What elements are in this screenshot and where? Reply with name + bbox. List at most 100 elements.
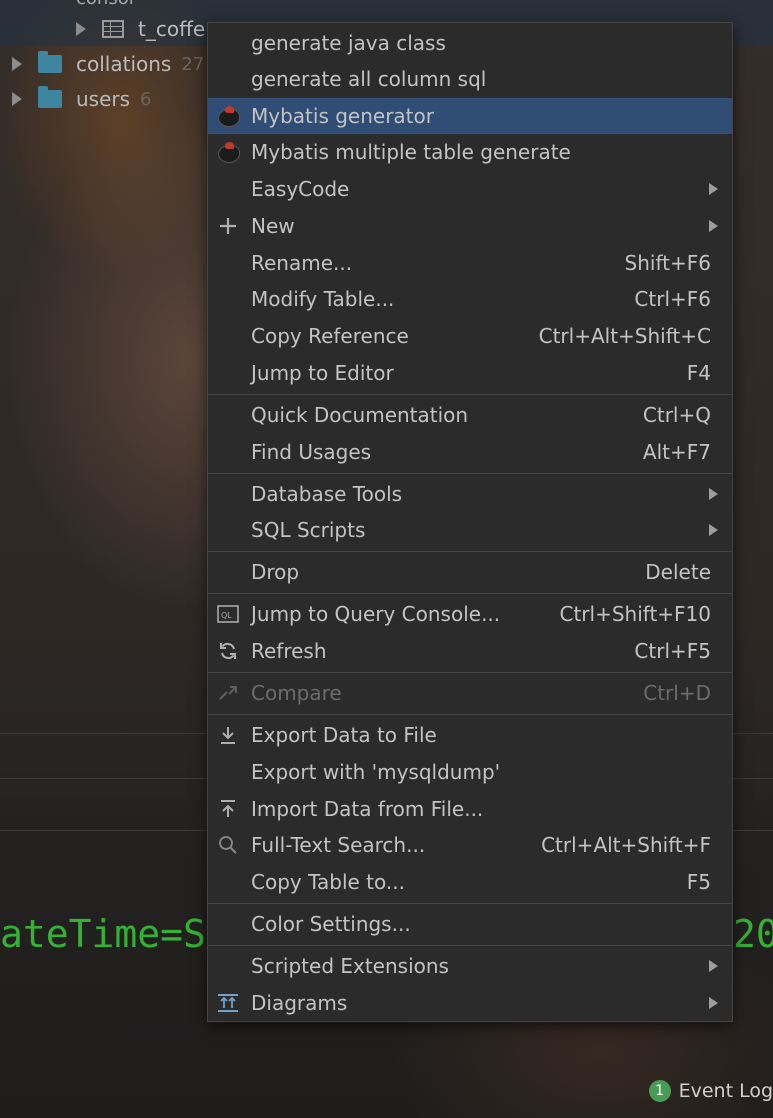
tree-row-label: collations — [76, 52, 172, 76]
menu-item-shortcut: Ctrl+F6 — [634, 287, 711, 311]
menu-item-label: Quick Documentation — [251, 403, 469, 427]
diagram-icon — [216, 991, 240, 1015]
tree-row-count: 27 — [181, 53, 205, 75]
expand-arrow-icon[interactable] — [12, 57, 22, 71]
console-output-left: ateTime=Sa — [0, 912, 229, 956]
menu-item-export-mysqldump[interactable]: Export with 'mysqldump' — [208, 754, 732, 790]
menu-item-label: Scripted Extensions — [251, 954, 449, 978]
menu-item-label: Jump to Editor — [251, 361, 394, 385]
plus-icon — [216, 214, 240, 238]
menu-separator — [208, 672, 732, 673]
menu-item-drop[interactable]: Drop Delete — [208, 554, 732, 590]
menu-item-sql-scripts[interactable]: SQL Scripts — [208, 512, 732, 548]
tree-row-label: t_coffe — [138, 17, 206, 41]
menu-item-shortcut: Ctrl+Alt+Shift+C — [538, 324, 711, 348]
menu-item-jump-to-query-console[interactable]: QL Jump to Query Console... Ctrl+Shift+F… — [208, 596, 732, 632]
query-console-icon: QL — [216, 602, 240, 626]
menu-item-label: generate all column sql — [251, 67, 487, 91]
folder-icon — [38, 86, 62, 108]
menu-item-rename[interactable]: Rename... Shift+F6 — [208, 245, 732, 281]
menu-item-modify-table[interactable]: Modify Table... Ctrl+F6 — [208, 281, 732, 317]
tree-row-label: users — [76, 87, 131, 111]
menu-item-scripted-extensions[interactable]: Scripted Extensions — [208, 948, 732, 984]
menu-item-find-usages[interactable]: Find Usages Alt+F7 — [208, 434, 732, 470]
tree-row-collations[interactable]: collations 27 — [12, 47, 204, 81]
submenu-arrow-icon — [709, 488, 718, 500]
menu-item-generate-all-column-sql[interactable]: generate all column sql — [208, 61, 732, 97]
event-log-button[interactable]: 1 Event Log — [648, 1080, 773, 1102]
event-log-badge: 1 — [648, 1080, 671, 1102]
menu-item-shortcut: Ctrl+Q — [642, 403, 711, 427]
menu-separator — [208, 903, 732, 904]
expand-arrow-icon[interactable] — [76, 22, 86, 36]
menu-separator — [208, 473, 732, 474]
menu-item-mybatis-generator[interactable]: Mybatis generator — [208, 98, 732, 134]
menu-item-new[interactable]: New — [208, 208, 732, 244]
menu-item-label: Find Usages — [251, 440, 372, 464]
menu-item-shortcut: F5 — [686, 870, 711, 894]
console-output-right: 20 — [733, 912, 773, 956]
svg-text:QL: QL — [221, 611, 232, 620]
menu-item-label: Import Data from File... — [251, 797, 484, 821]
mybatis-bird-icon — [216, 104, 240, 128]
menu-item-refresh[interactable]: Refresh Ctrl+F5 — [208, 633, 732, 669]
menu-item-label: New — [251, 214, 295, 238]
submenu-arrow-icon — [709, 997, 718, 1009]
context-menu: generate java class generate all column … — [207, 22, 733, 1022]
tree-row-users[interactable]: users 6 — [12, 82, 152, 116]
menu-item-shortcut: Ctrl+D — [643, 681, 711, 705]
refresh-icon — [216, 639, 240, 663]
submenu-arrow-icon — [709, 524, 718, 536]
menu-separator — [208, 394, 732, 395]
event-log-label: Event Log — [678, 1080, 773, 1102]
menu-separator — [208, 945, 732, 946]
menu-item-copy-table-to[interactable]: Copy Table to... F5 — [208, 864, 732, 900]
folder-icon — [38, 51, 62, 73]
menu-item-label: Drop — [251, 560, 300, 584]
menu-item-label: SQL Scripts — [251, 518, 366, 542]
menu-item-label: Diagrams — [251, 991, 348, 1015]
menu-item-label: Refresh — [251, 639, 327, 663]
expand-arrow-icon[interactable] — [12, 92, 22, 106]
menu-item-shortcut: F4 — [686, 361, 711, 385]
menu-item-easycode[interactable]: EasyCode — [208, 171, 732, 207]
menu-item-generate-java-class[interactable]: generate java class — [208, 25, 732, 61]
menu-item-label: generate java class — [251, 31, 446, 55]
menu-item-import-data-from-file[interactable]: Import Data from File... — [208, 791, 732, 827]
menu-item-label: Database Tools — [251, 482, 403, 506]
menu-item-label: Rename... — [251, 251, 353, 275]
submenu-arrow-icon — [709, 960, 718, 972]
menu-item-label: Copy Reference — [251, 324, 409, 348]
menu-item-mybatis-multiple-table-generate[interactable]: Mybatis multiple table generate — [208, 134, 732, 170]
menu-item-export-data-to-file[interactable]: Export Data to File — [208, 717, 732, 753]
menu-item-shortcut: Ctrl+F5 — [634, 639, 711, 663]
mybatis-bird-icon — [216, 140, 240, 164]
menu-item-label: Mybatis generator — [251, 104, 434, 128]
menu-item-label: EasyCode — [251, 177, 350, 201]
menu-item-full-text-search[interactable]: Full-Text Search... Ctrl+Alt+Shift+F — [208, 827, 732, 863]
menu-item-compare[interactable]: Compare Ctrl+D — [208, 675, 732, 711]
submenu-arrow-icon — [709, 183, 718, 195]
menu-item-shortcut: Delete — [645, 560, 711, 584]
compare-icon — [216, 681, 240, 705]
menu-item-shortcut: Ctrl+Shift+F10 — [559, 602, 711, 626]
menu-item-label: Modify Table... — [251, 287, 395, 311]
submenu-arrow-icon — [709, 220, 718, 232]
menu-item-copy-reference[interactable]: Copy Reference Ctrl+Alt+Shift+C — [208, 318, 732, 354]
menu-separator — [208, 714, 732, 715]
search-icon — [216, 833, 240, 857]
menu-item-label: Compare — [251, 681, 342, 705]
export-icon — [216, 723, 240, 747]
menu-item-diagrams[interactable]: Diagrams — [208, 985, 732, 1021]
import-icon — [216, 797, 240, 821]
table-icon — [102, 20, 124, 38]
tree-row-table[interactable]: t_coffe — [76, 12, 205, 46]
menu-item-quick-documentation[interactable]: Quick Documentation Ctrl+Q — [208, 397, 732, 433]
menu-item-database-tools[interactable]: Database Tools — [208, 476, 732, 512]
menu-item-jump-to-editor[interactable]: Jump to Editor F4 — [208, 355, 732, 391]
menu-item-label: Color Settings... — [251, 912, 411, 936]
menu-separator — [208, 551, 732, 552]
menu-item-color-settings[interactable]: Color Settings... — [208, 906, 732, 942]
tree-row-count: 6 — [140, 88, 152, 110]
menu-item-label: Copy Table to... — [251, 870, 405, 894]
